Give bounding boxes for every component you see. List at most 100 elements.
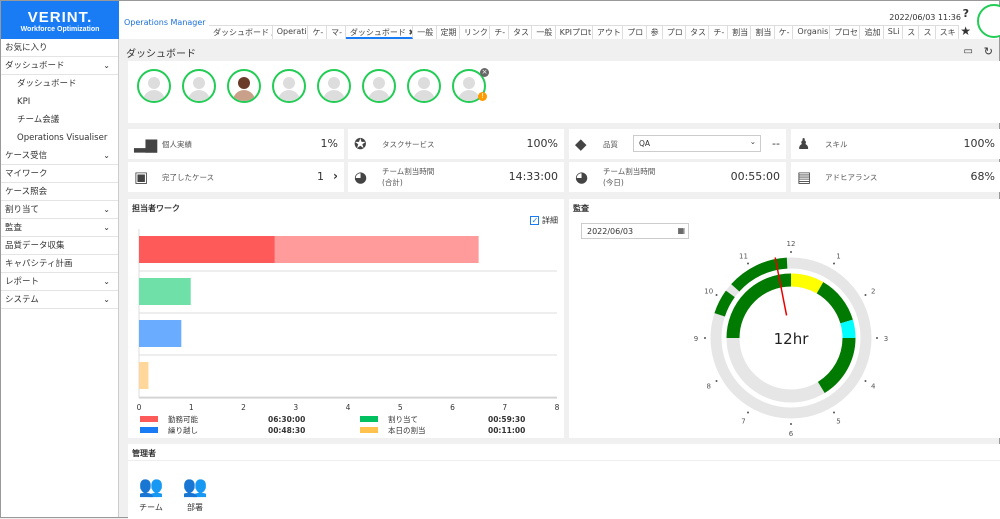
tab-label: リンク: [463, 28, 488, 37]
sidebar-item[interactable]: 品質データ収集: [1, 237, 118, 255]
sidebar-item[interactable]: システム ⌄: [1, 291, 118, 309]
bar-segment[interactable]: [274, 236, 479, 263]
x-tick-label: 5: [398, 403, 403, 412]
hour-label: 12: [787, 240, 796, 248]
tab-item[interactable]: 参: [647, 26, 663, 39]
tab-item[interactable]: プロ: [663, 26, 687, 39]
tab-item[interactable]: ケ-: [308, 26, 328, 39]
sidebar-item[interactable]: ケース照会: [1, 183, 118, 201]
hour-tick: [715, 294, 718, 296]
department-label: 部署: [187, 503, 203, 512]
stat-value: --: [772, 137, 780, 150]
warning-icon: !: [478, 92, 487, 101]
tab-item[interactable]: プロ: [623, 26, 647, 39]
tab-item[interactable]: 割当: [751, 26, 775, 39]
tab-item[interactable]: ス: [903, 26, 920, 39]
stat-card: ✪ タスクサービス 100%: [348, 129, 564, 159]
legend-item: 繰り越し 00:48:30: [140, 425, 305, 436]
tab-item[interactable]: ス: [919, 26, 936, 39]
tab-item[interactable]: マ-: [327, 26, 346, 39]
sidebar-item[interactable]: レポート ⌄: [1, 273, 118, 291]
close-icon[interactable]: ×: [480, 68, 489, 77]
sidebar-item[interactable]: チーム会議: [1, 111, 118, 129]
sidebar: お気に入り ダッシュボード ⌄ ダッシュボード KPI チーム会議 Operations V…: [1, 39, 119, 517]
tab-label: ケ-: [312, 28, 324, 37]
tab-label: 割当: [732, 28, 749, 37]
sidebar-item[interactable]: KPI: [1, 93, 118, 111]
sidebar-item[interactable]: ダッシュボード ⌄: [1, 57, 118, 75]
team-member-avatar[interactable]: [227, 69, 261, 103]
outer-segment[interactable]: [714, 290, 735, 317]
stat-card: ◕ チーム割当時間 (今日) 00:55:00: [569, 162, 786, 192]
tab-label: ダッシュボード /: [213, 28, 273, 37]
team-member-avatar[interactable]: [182, 69, 216, 103]
tab-label: スキ: [939, 28, 956, 37]
star-icon[interactable]: ★: [960, 24, 971, 38]
bar-segment[interactable]: [139, 362, 149, 389]
pie-icon: ◕: [354, 168, 368, 186]
inner-segment[interactable]: [817, 337, 856, 393]
tab-item[interactable]: ケ-: [775, 26, 794, 39]
legend-swatch: [360, 416, 378, 422]
tab-item[interactable]: プロセ: [830, 26, 861, 39]
team-member-avatar[interactable]: [407, 69, 441, 103]
legend-swatch: [140, 416, 158, 422]
tab-item[interactable]: ダッシュボード ✖: [345, 26, 414, 39]
tab-item[interactable]: 割当: [728, 26, 752, 39]
bar-segment[interactable]: [139, 320, 182, 347]
sidebar-item[interactable]: 監査 ⌄: [1, 219, 118, 237]
help-icon[interactable]: ?: [963, 7, 969, 20]
monitor-icon[interactable]: ▭: [964, 46, 973, 57]
legend-swatch: [360, 427, 378, 433]
hour-tick: [864, 380, 867, 382]
sidebar-item[interactable]: キャパシティ計画: [1, 255, 118, 273]
bar-segment[interactable]: [139, 236, 275, 263]
tab-item[interactable]: チ-: [709, 26, 729, 39]
legend-value: 00:59:30: [488, 415, 526, 424]
tab-item[interactable]: ダッシュボード /: [209, 26, 273, 39]
inner-segment[interactable]: [816, 282, 853, 324]
sidebar-item[interactable]: ダッシュボード: [1, 75, 118, 93]
sidebar-item[interactable]: 割り当て ⌄: [1, 201, 118, 219]
legend-name: 割り当て: [388, 415, 418, 424]
refresh-icon[interactable]: ↻: [984, 45, 993, 58]
tab-item[interactable]: アウト: [593, 26, 624, 39]
sidebar-item[interactable]: お気に入り: [1, 39, 118, 57]
tab-label: Operati: [276, 27, 307, 36]
tab-item[interactable]: Organis: [793, 26, 831, 39]
sidebar-item-label: Operations Visualiser: [17, 133, 108, 143]
tab-item[interactable]: 一般: [413, 26, 437, 39]
sidebar-item[interactable]: Operations Visualiser: [1, 129, 118, 147]
tab-item[interactable]: リンク: [460, 26, 491, 39]
chevron-down-icon: ⌄: [103, 205, 110, 214]
tab-item[interactable]: SLi: [884, 26, 904, 39]
tab-item[interactable]: Operati: [273, 26, 309, 39]
tab-item[interactable]: 定期: [437, 26, 460, 39]
team-button[interactable]: 👥 チーム: [138, 474, 164, 513]
hour-tick: [790, 251, 792, 253]
sidebar-item-label: 監査: [5, 223, 23, 233]
chevron-right-icon[interactable]: ›: [333, 169, 338, 183]
quality-select[interactable]: QA ⌄: [633, 135, 761, 152]
tab-item[interactable]: タス: [686, 26, 710, 39]
team-member-avatar[interactable]: [272, 69, 306, 103]
team-member-avatar[interactable]: [317, 69, 351, 103]
team-member-avatar[interactable]: [137, 69, 171, 103]
team-member-avatar[interactable]: [362, 69, 396, 103]
inner-segment[interactable]: [840, 319, 856, 339]
tab-item[interactable]: タス: [509, 26, 533, 39]
sidebar-item[interactable]: マイワーク: [1, 165, 118, 183]
tab-item[interactable]: スキ: [936, 26, 959, 39]
tab-item[interactable]: 追加: [860, 26, 884, 39]
tab-item[interactable]: チ-: [490, 26, 510, 39]
stat-value: 14:33:00: [508, 170, 558, 183]
tab-item[interactable]: KPIプロt: [556, 26, 593, 39]
inner-segment[interactable]: [790, 273, 824, 294]
sidebar-item[interactable]: ケース受信 ⌄: [1, 147, 118, 165]
tab-label: ス: [907, 28, 916, 37]
department-button[interactable]: 👥 部署: [182, 474, 208, 513]
bar-segment[interactable]: [139, 278, 191, 305]
hour-label: 7: [741, 417, 745, 425]
stat-label: 個人実績: [162, 140, 192, 149]
tab-item[interactable]: 一般: [532, 26, 556, 39]
